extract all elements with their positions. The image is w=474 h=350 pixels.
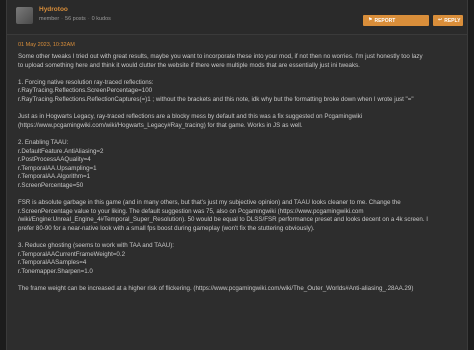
header-divider [7,34,467,35]
user-kudos-count: 0 kudos [91,16,111,22]
reply-button[interactable]: ↩ REPLY [433,15,463,26]
post-body-text: Some other tweaks I tried out with great… [18,53,428,293]
reply-label: REPLY [444,17,461,24]
user-post-count: 56 posts [65,16,86,22]
report-button[interactable]: ⚑ REPORT [363,15,429,26]
reply-arrow-icon: ↩ [438,17,443,23]
meta-separator: · [87,16,90,22]
report-label: REPORT [374,17,396,24]
post-header: Hydrotoo member · 56 posts · 0 kudos ⚑ REPOR… [7,0,467,34]
user-role: member [39,16,60,22]
avatar[interactable] [16,7,33,24]
flag-icon: ⚑ [368,17,373,23]
user-meta: member · 56 posts · 0 kudos [39,16,111,22]
username-link[interactable]: Hydrotoo [39,6,68,13]
meta-separator: · [61,16,64,22]
post-date: 01 May 2023, 10:32AM [18,42,75,48]
comment-post: Hydrotoo member · 56 posts · 0 kudos ⚑ REPOR… [6,0,468,350]
